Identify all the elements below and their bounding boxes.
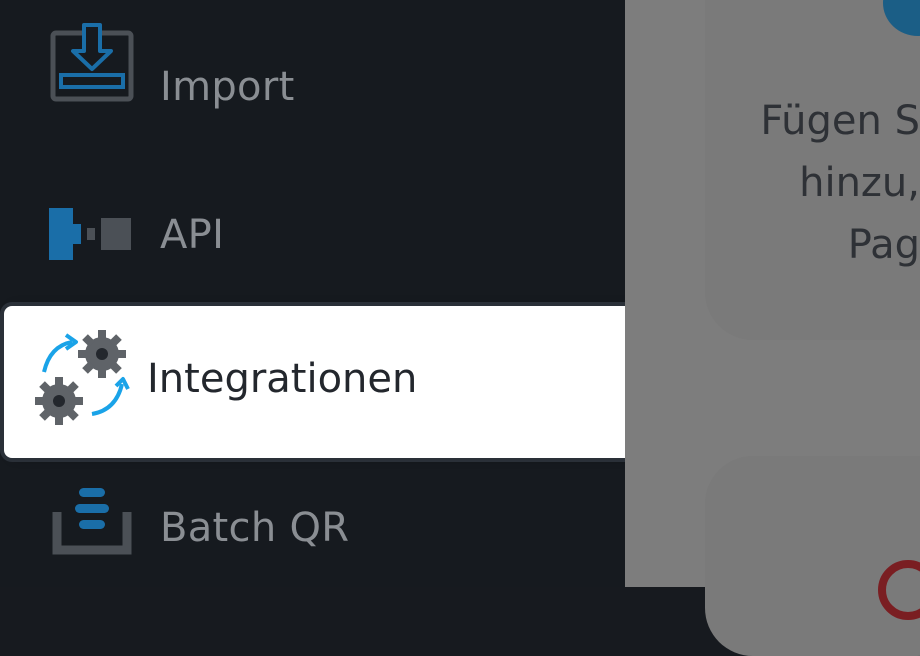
sidebar-menu: Import API Integrationen Batch QR — [0, 0, 634, 587]
batch-qr-icon — [44, 473, 140, 569]
menu-item-integrations[interactable]: Integrationen — [4, 306, 634, 458]
import-icon — [44, 14, 140, 110]
menu-item-label: API — [160, 212, 225, 258]
card-text-line: Pag — [847, 222, 920, 268]
feature-card — [705, 456, 920, 656]
api-icon — [44, 186, 140, 282]
menu-item-label: Import — [160, 64, 295, 110]
card-text-line: hinzu, — [799, 160, 920, 206]
menu-item-batch-qr[interactable]: Batch QR — [0, 455, 625, 601]
background-content-overlay: Fügen S hinzu, Pag — [625, 0, 920, 656]
card-text-line: Fügen S — [760, 98, 920, 144]
integrations-gears-icon — [34, 330, 134, 430]
menu-item-import[interactable]: Import — [0, 14, 625, 160]
feature-card: Fügen S hinzu, Pag — [705, 0, 920, 340]
menu-item-api[interactable]: API — [0, 162, 625, 308]
menu-item-label: Batch QR — [160, 505, 350, 551]
feature-card-text: Fügen S hinzu, Pag — [705, 90, 920, 276]
menu-item-label: Integrationen — [147, 356, 418, 402]
